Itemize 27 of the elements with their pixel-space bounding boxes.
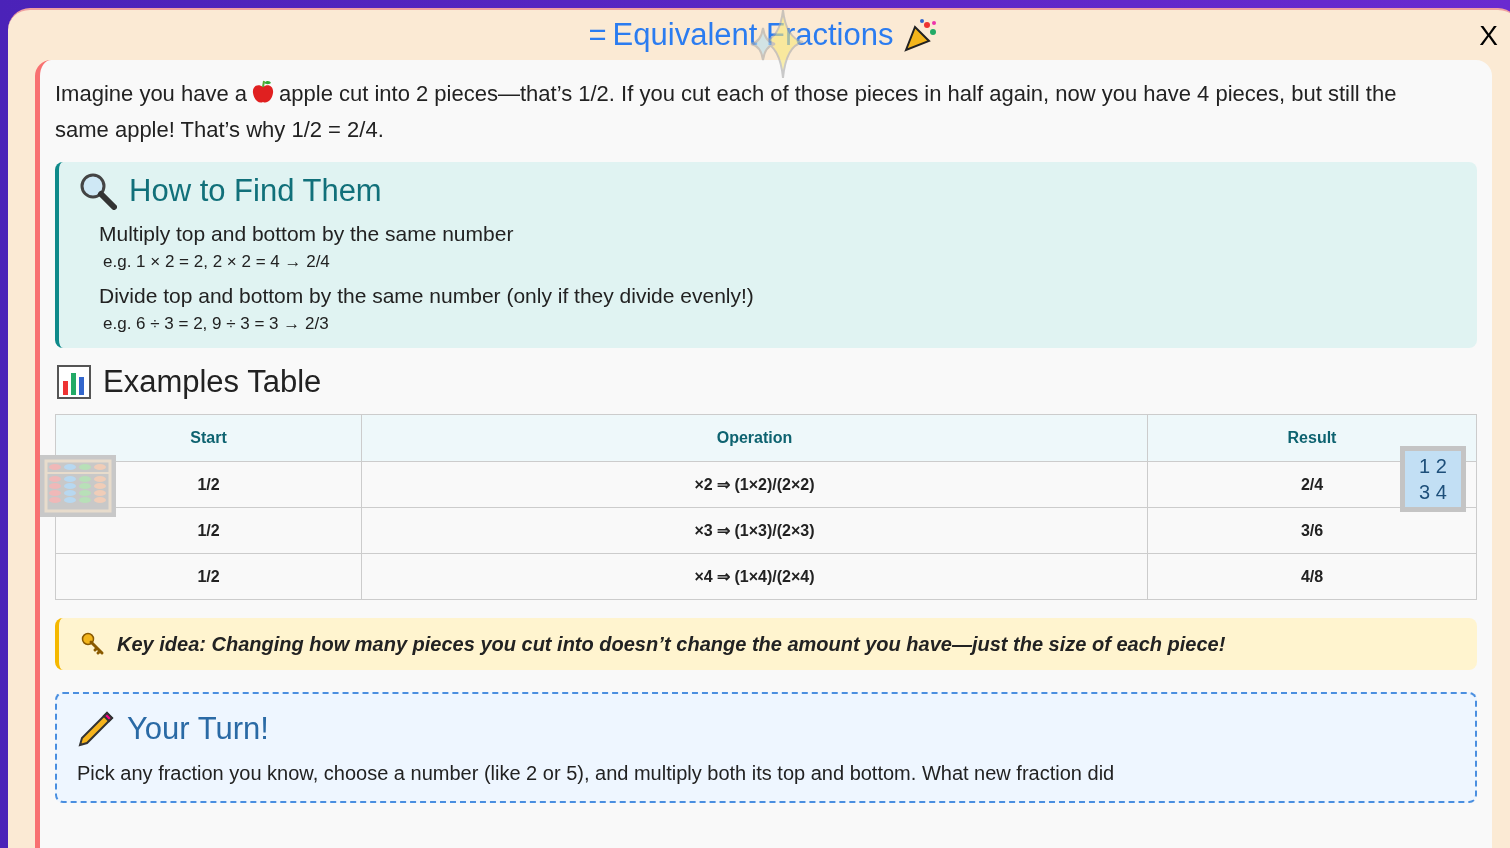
- exercise-text: Pick any fraction you know, choose a number (like 2 or 5), and multiply both its top and bottom. What new fraction did: [77, 762, 1116, 785]
- section-heading: Your Turn!: [127, 711, 269, 747]
- column-header: Operation: [361, 414, 1148, 462]
- page-title: Equivalent Fractions: [612, 17, 894, 53]
- intro-paragraph: Imagine you have a apple cut into 2 pieces—that’s 1/2. If you cut each of those pieces in half again, now you have 4 pieces, but still the same apple! That’s why 1/2 = 2/4.: [55, 78, 1398, 144]
- table-cell: 4/8: [1147, 553, 1477, 600]
- table-cell: 1/2: [55, 553, 362, 600]
- key-idea-text: Key idea: Changing how many pieces you cut into doesn’t change the amount you have—just the size of each piece!: [117, 632, 1226, 656]
- table-cell: ×3 ⇒ (1×3)/(2×3): [361, 507, 1148, 554]
- section-heading: How to Find Them: [129, 173, 382, 209]
- example-text: e.g. 1 × 2 = 2, 2 × 2 = 4 → 2/4: [103, 252, 331, 272]
- apple-icon: [251, 79, 276, 105]
- column-header: Start: [55, 414, 362, 462]
- abacus-icon: [38, 453, 118, 519]
- equals-sign: =: [588, 17, 607, 53]
- rule-text: Divide top and bottom by the same number (only if they divide evenly!): [99, 284, 755, 308]
- close-button[interactable]: X: [1475, 20, 1502, 52]
- table-cell: ×2 ⇒ (1×2)/(2×2): [361, 461, 1148, 508]
- section-heading: Examples Table: [103, 364, 322, 400]
- key-icon: [81, 632, 105, 656]
- pencil-icon: [77, 710, 115, 748]
- example-text: e.g. 6 ÷ 3 = 2, 9 ÷ 3 = 3 → 2/3: [103, 314, 330, 334]
- tile-numbers: 3 4: [1419, 480, 1447, 505]
- magnifier-icon: [79, 172, 117, 210]
- table-cell: ×4 ⇒ (1×4)/(2×4): [361, 553, 1148, 600]
- rule-text: Multiply top and bottom by the same number: [99, 222, 515, 246]
- bar-chart-icon: [57, 365, 91, 399]
